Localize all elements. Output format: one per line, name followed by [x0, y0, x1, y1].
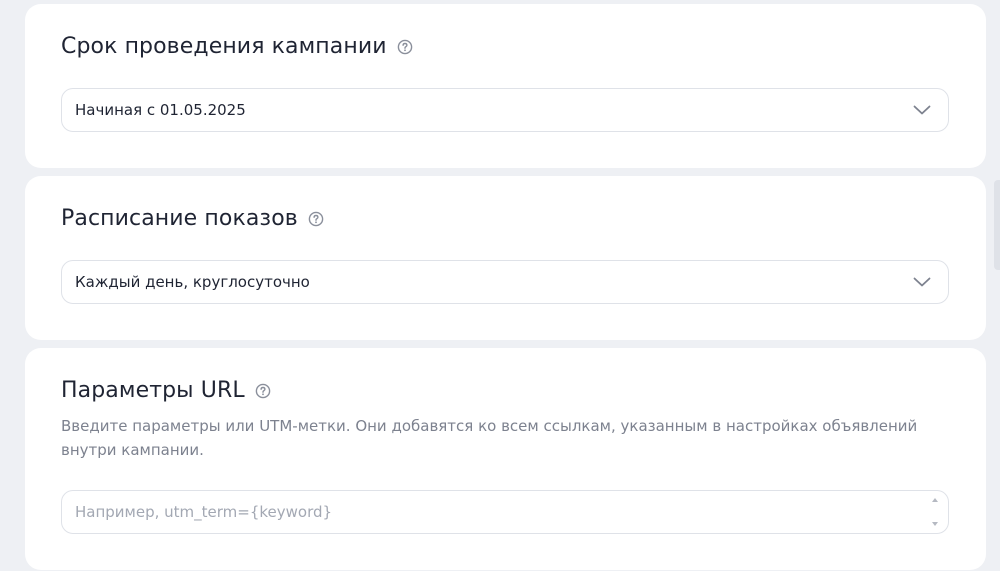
section-title-schedule: Расписание показов	[61, 206, 324, 231]
campaign-settings-page: Срок проведения кампании Начиная с 01.05…	[0, 0, 1000, 571]
schedule-title: Расписание показов	[61, 206, 298, 231]
chevron-down-icon	[912, 100, 932, 120]
duration-title: Срок проведения кампании	[61, 34, 387, 59]
spin-arrows-icon[interactable]	[930, 498, 940, 526]
spin-down-icon[interactable]	[932, 522, 938, 526]
section-title-url-params: Параметры URL	[61, 378, 271, 403]
side-panel-tab[interactable]	[994, 180, 1000, 270]
help-circle-icon[interactable]	[397, 39, 413, 55]
help-circle-icon[interactable]	[255, 383, 271, 399]
schedule-section: Расписание показов Каждый день, круглосу…	[25, 176, 986, 340]
help-circle-icon[interactable]	[308, 211, 324, 227]
duration-select-value: Начиная с 01.05.2025	[75, 101, 246, 119]
schedule-select-value: Каждый день, круглосуточно	[75, 273, 310, 291]
url-params-section: Параметры URL Введите параметры или UTM-…	[25, 348, 986, 570]
schedule-select[interactable]: Каждый день, круглосуточно	[61, 260, 949, 304]
campaign-duration-select[interactable]: Начиная с 01.05.2025	[61, 88, 949, 132]
url-params-input[interactable]	[75, 503, 930, 521]
section-title-duration: Срок проведения кампании	[61, 34, 413, 59]
spin-up-icon[interactable]	[932, 498, 938, 502]
chevron-down-icon	[912, 272, 932, 292]
url-params-field	[61, 490, 949, 534]
campaign-duration-section: Срок проведения кампании Начиная с 01.05…	[25, 4, 986, 168]
url-params-description: Введите параметры или UTM-метки. Они доб…	[61, 417, 918, 459]
url-params-title: Параметры URL	[61, 378, 245, 403]
